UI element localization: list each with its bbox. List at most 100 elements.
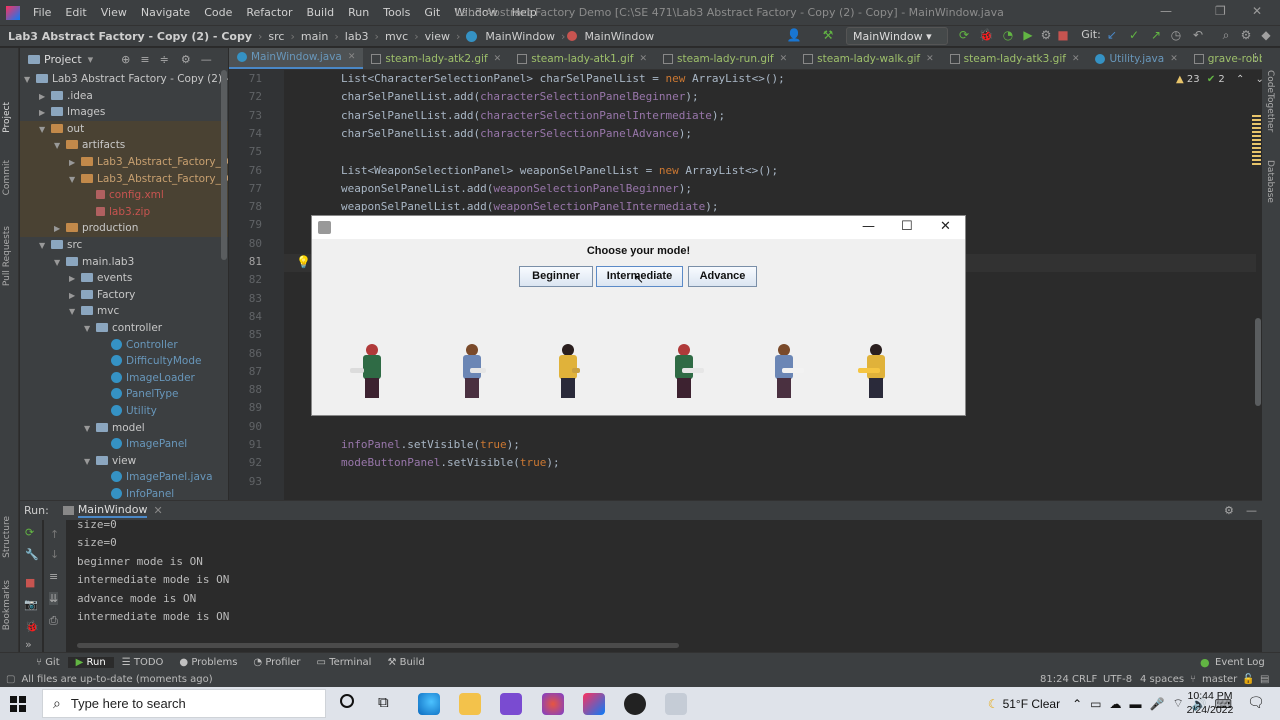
pull-requests-tool-button[interactable]: Pull Requests <box>2 226 12 286</box>
lightbulb-icon[interactable]: 💡 <box>296 255 311 269</box>
console-horizontal-scrollbar[interactable] <box>77 643 679 648</box>
search-everywhere-icon[interactable]: ⌕ <box>1218 28 1234 44</box>
network-folder-icon[interactable]: ▭ <box>1090 697 1101 711</box>
close-tab-icon[interactable]: ✕ <box>1170 48 1178 69</box>
chevron-down-icon[interactable]: ▼ <box>39 121 51 138</box>
run-tab-mainwindow[interactable]: MainWindow <box>77 503 148 518</box>
close-tab-icon[interactable]: ✕ <box>639 48 647 69</box>
camera-icon[interactable]: 📷 <box>24 598 38 611</box>
breadcrumb-mvc[interactable]: mvc <box>381 30 412 43</box>
scroll-down-icon[interactable]: ↓ <box>50 548 59 561</box>
tree-item[interactable]: ▶ events <box>69 270 228 287</box>
run-settings-gear-icon[interactable]: ⚙ <box>1224 504 1234 517</box>
dialog-minimize-button[interactable]: — <box>862 219 875 234</box>
advance-button[interactable]: Advance <box>688 266 757 287</box>
photos-app-icon[interactable] <box>500 693 522 715</box>
tree-item[interactable]: ▼ Lab3 Abstract Factory - Copy (2) - Copy <box>24 71 228 88</box>
chevron-down-icon[interactable]: ▼ <box>69 171 81 188</box>
chevron-right-icon[interactable]: ▶ <box>39 88 51 105</box>
soft-wrap-icon[interactable]: ≡ <box>49 570 58 583</box>
menu-build[interactable]: Build <box>300 6 342 19</box>
tool-tab-run[interactable]: ▶ Run <box>67 656 114 668</box>
chevron-down-icon[interactable]: ▼ <box>69 303 81 320</box>
expand-all-icon[interactable]: ≡ <box>140 53 149 66</box>
chevron-right-icon[interactable]: ▶ <box>69 154 81 171</box>
menu-edit[interactable]: Edit <box>58 6 93 19</box>
project-panel-title[interactable]: Project <box>44 53 82 66</box>
scroll-to-end-icon[interactable]: ⇊ <box>49 592 59 605</box>
git-push-icon[interactable]: ↗ <box>1148 28 1164 44</box>
chrome-dev-icon[interactable] <box>542 693 564 715</box>
git-branch[interactable]: master <box>1202 674 1237 685</box>
wrench-icon[interactable]: 🔧 <box>25 548 39 561</box>
prev-highlight-icon[interactable]: ⌃ <box>1236 74 1244 85</box>
dialog-maximize-button[interactable]: ☐ <box>901 219 913 234</box>
chevron-down-icon[interactable]: ▼ <box>54 254 66 271</box>
chevron-down-icon[interactable]: ▼ <box>84 420 96 437</box>
menu-git[interactable]: Git <box>417 6 447 19</box>
settings-gear-icon[interactable]: ⚙ <box>1238 28 1254 44</box>
lock-icon[interactable]: 🔓 <box>1242 674 1254 685</box>
intellij-taskbar-icon[interactable] <box>583 693 605 715</box>
close-tab-icon[interactable]: ✕ <box>494 48 502 69</box>
event-log-button[interactable]: Event Log <box>1207 657 1273 668</box>
breadcrumb-lab3[interactable]: lab3 <box>341 30 373 43</box>
menu-code[interactable]: Code <box>197 6 239 19</box>
run-console-output[interactable]: size=0 size=0 beginner mode is ON intermedi… <box>66 518 1256 652</box>
beginner-button[interactable]: Beginner <box>519 266 593 287</box>
cortana-icon[interactable] <box>340 694 354 708</box>
build-hammer-icon[interactable]: ⚒ <box>820 28 836 44</box>
tree-item[interactable]: ▼ Lab3_Abstract_Factory_Demo <box>20 170 228 188</box>
windows-start-icon[interactable] <box>10 696 26 712</box>
breadcrumb-method[interactable]: MainWindow <box>580 30 658 43</box>
tree-item[interactable]: ▼ main.lab3 <box>54 254 228 271</box>
editor-tab[interactable]: steam-lady-run.gif ✕ <box>655 48 795 69</box>
intellij-logo-icon[interactable] <box>6 5 20 20</box>
file-explorer-icon[interactable] <box>459 693 481 715</box>
tool-tab-terminal[interactable]: ▭ Terminal <box>309 657 380 668</box>
git-history-icon[interactable]: ◷ <box>1168 28 1184 44</box>
minimize-window-button[interactable]: — <box>1160 4 1172 18</box>
tree-item[interactable]: ▶ Factory <box>69 287 228 304</box>
error-stripe-marks[interactable] <box>1252 115 1261 165</box>
collapse-all-icon[interactable]: ≑ <box>160 53 169 66</box>
commit-tool-button[interactable]: Commit <box>2 160 12 195</box>
chevron-right-icon[interactable]: ▶ <box>54 220 66 237</box>
editor-tab[interactable]: steam-lady-atk1.gif ✕ <box>509 48 655 69</box>
user-icon[interactable]: 👤 <box>786 28 802 44</box>
tab-options-icon[interactable]: ⋮ <box>1250 51 1261 64</box>
hide-run-panel-icon[interactable]: — <box>1246 504 1257 517</box>
editor-tab[interactable]: steam-lady-atk3.gif ✕ <box>942 48 1088 69</box>
close-run-tab-icon[interactable]: ✕ <box>153 504 162 517</box>
indent-setting[interactable]: 4 spaces <box>1140 674 1184 685</box>
stop-run-icon[interactable]: ■ <box>25 576 35 589</box>
chevron-down-icon[interactable]: ▼ <box>54 137 66 154</box>
tree-item[interactable]: ImagePanel <box>99 436 228 453</box>
chevron-down-icon[interactable]: ▼ <box>84 320 96 337</box>
structure-tool-button[interactable]: Structure <box>2 516 12 558</box>
tree-item[interactable]: ▼ controller <box>84 320 228 337</box>
more-icon[interactable]: » <box>25 638 32 651</box>
tool-tab-problems[interactable]: ● Problems <box>171 657 245 668</box>
chevron-right-icon[interactable]: ▶ <box>69 270 81 287</box>
line-separator[interactable]: CRLF <box>1072 674 1097 685</box>
tree-item[interactable]: ▼ view <box>84 453 228 470</box>
menu-tools[interactable]: Tools <box>376 6 417 19</box>
rerun-icon[interactable]: ⟳ <box>25 526 34 539</box>
edge-browser-icon[interactable] <box>418 693 440 715</box>
tree-item[interactable]: ▶ Lab3_Abstract_Factory_Demo <box>20 154 228 171</box>
debug-icon[interactable]: 🐞 <box>978 28 994 44</box>
close-tab-icon[interactable]: ✕ <box>926 48 934 69</box>
task-view-icon[interactable]: ⧉ <box>378 693 389 711</box>
caret-position[interactable]: 81:24 <box>1040 674 1069 685</box>
editor-scrollbar[interactable] <box>1255 318 1261 406</box>
close-tab-icon[interactable]: ✕ <box>1072 48 1080 69</box>
close-tab-icon[interactable]: ✕ <box>780 48 788 69</box>
database-tool-button[interactable]: Database <box>1265 160 1275 203</box>
git-update-icon[interactable]: ↙ <box>1104 28 1120 44</box>
tree-item[interactable]: lab3.zip <box>20 203 228 221</box>
obs-icon[interactable] <box>624 693 646 715</box>
breadcrumb-project[interactable]: Lab3 Abstract Factory - Copy (2) - Copy <box>0 30 256 43</box>
tree-item[interactable]: config.xml <box>20 187 228 205</box>
taskbar-clock[interactable]: 10:44 PM 2/24/2022 <box>1180 689 1240 717</box>
